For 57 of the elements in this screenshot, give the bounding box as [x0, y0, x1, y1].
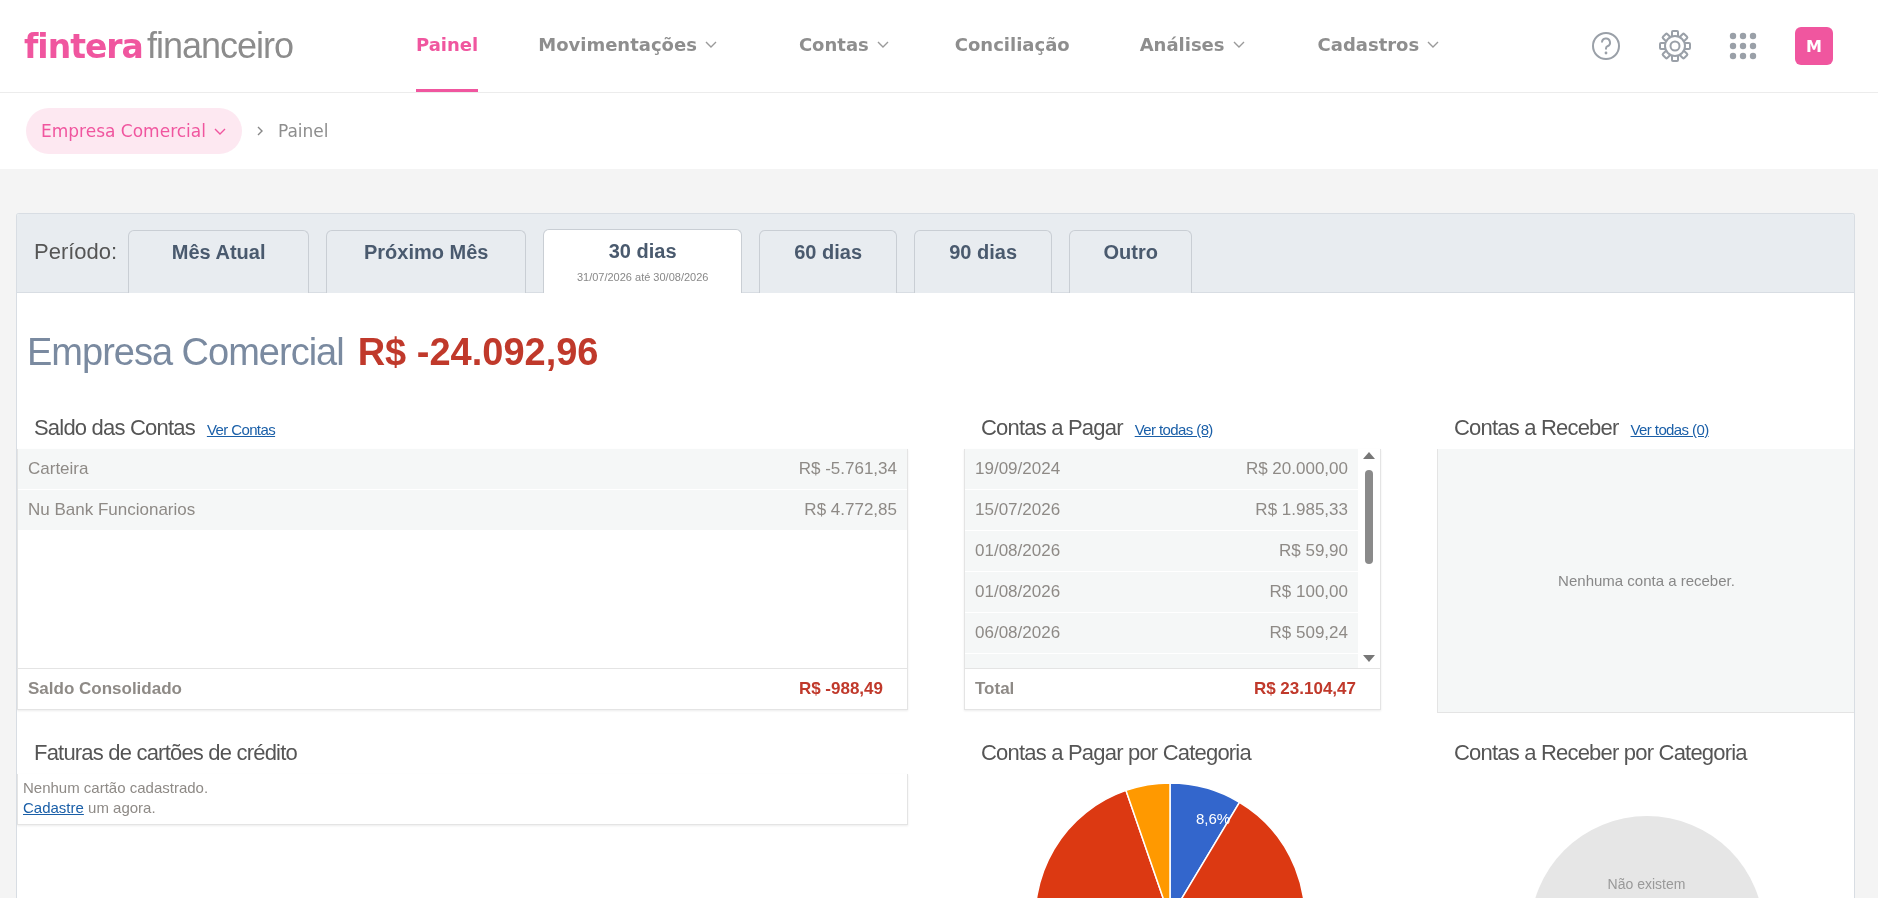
- nav-tab[interactable]: Cadastros: [1317, 0, 1440, 92]
- period-label: Período:: [34, 239, 118, 265]
- section-title: Saldo das Contas: [34, 415, 195, 441]
- period-tab[interactable]: 60 dias: [759, 230, 898, 293]
- due-date: 06/08/2026: [975, 623, 1061, 643]
- period-date-range: 31/07/2026 até 30/08/2026: [576, 271, 709, 283]
- period-tab[interactable]: Mês Atual: [128, 230, 310, 293]
- due-date: 19/09/2024: [975, 459, 1061, 479]
- section-title: Contas a Receber por Categoria: [1454, 740, 1747, 766]
- due-date: 01/08/2026: [975, 582, 1061, 602]
- period-tab[interactable]: 30 dias 31/07/2026 até 30/08/2026: [543, 229, 743, 293]
- amount: R$ 509,24: [1269, 623, 1348, 643]
- account-balance: R$ -5.761,34: [798, 459, 897, 479]
- amount: R$ 100,00: [1269, 582, 1348, 602]
- section-title: Contas a Pagar por Categoria: [981, 740, 1251, 766]
- section-title: Contas a Pagar: [981, 415, 1123, 441]
- empty-message: Nenhum cartão cadastrado.: [23, 778, 210, 798]
- period-tab[interactable]: Próximo Mês: [326, 230, 527, 293]
- apps-grid-icon[interactable]: [1729, 32, 1757, 60]
- register-link[interactable]: Cadastre: [23, 799, 84, 816]
- amount: R$ 1.985,33: [1255, 500, 1348, 520]
- company-name: Empresa Comercial: [27, 331, 344, 374]
- logo-product-text: financeiro: [146, 25, 293, 67]
- view-all-link[interactable]: Ver Contas: [206, 421, 276, 438]
- section-title: Contas a Receber: [1454, 415, 1619, 441]
- section-title: Faturas de cartões de crédito: [34, 740, 297, 766]
- nav-tab[interactable]: Análises: [1139, 0, 1245, 92]
- due-date: 01/08/2026: [975, 541, 1061, 561]
- call-to-action-text: Cadastre um agora.: [23, 798, 157, 818]
- nav-tab[interactable]: Contas: [798, 0, 889, 92]
- empty-message: Nenhuma conta a receber.: [1558, 572, 1735, 589]
- nav-tab[interactable]: Conciliação: [954, 0, 1070, 92]
- nav-tab[interactable]: Movimentações: [538, 0, 717, 92]
- period-tab[interactable]: Outro: [1069, 230, 1193, 293]
- period-tab[interactable]: 90 dias: [914, 230, 1053, 293]
- total-label: Total: [975, 679, 1015, 699]
- breadcrumb-current: Painel: [277, 121, 329, 141]
- amount: R$ 59,90: [1279, 541, 1348, 561]
- total-value: R$ -988,49: [798, 679, 883, 699]
- account-name: Carteira: [28, 459, 89, 479]
- slice-percent-label: 8,6%: [1195, 810, 1230, 827]
- logo-brand-text: fintera: [24, 27, 143, 66]
- total-value: R$ 23.104,47: [1253, 679, 1356, 699]
- chevron-right-icon: [255, 126, 264, 136]
- help-icon[interactable]: [1591, 31, 1621, 61]
- account-balance: R$ 4.772,85: [804, 500, 897, 520]
- account-name: Nu Bank Funcionarios: [28, 500, 196, 520]
- chevron-down-icon: [213, 126, 226, 136]
- due-date: 15/07/2026: [975, 500, 1061, 520]
- settings-icon[interactable]: [1659, 30, 1691, 62]
- view-all-link[interactable]: Ver todas (8): [1134, 421, 1213, 438]
- view-all-link[interactable]: Ver todas (0): [1630, 421, 1709, 438]
- empty-message: Não existem: [1607, 876, 1686, 894]
- total-label: Saldo Consolidado: [28, 679, 182, 699]
- company-balance: R$ -24.092,96: [357, 331, 599, 374]
- user-avatar[interactable]: M: [1795, 27, 1833, 65]
- amount: R$ 20.000,00: [1245, 459, 1348, 479]
